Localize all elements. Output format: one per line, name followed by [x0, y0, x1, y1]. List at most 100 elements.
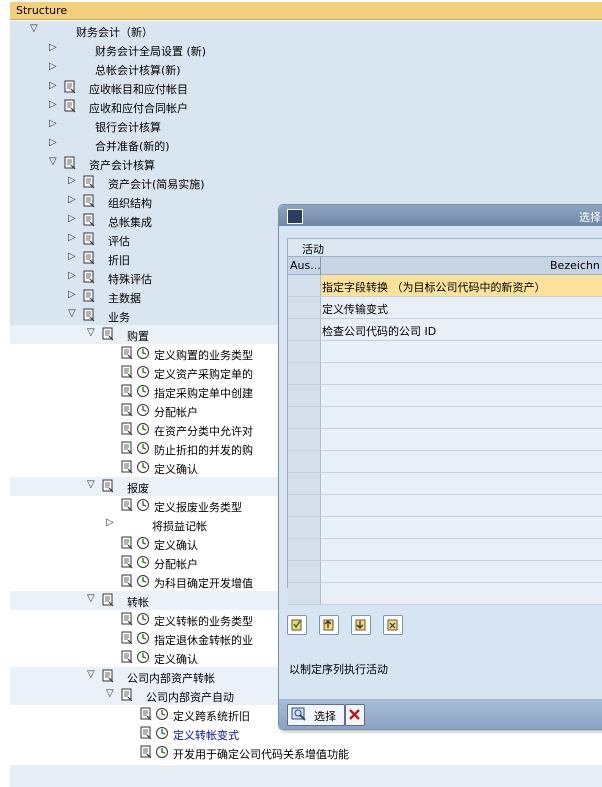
collapse-toggle-icon[interactable]: ▽	[30, 24, 40, 34]
tree-node[interactable]: 开发用于确定公司代码关系增值功能	[10, 743, 602, 762]
tree-node-label[interactable]: 合并准备(新的)	[95, 138, 170, 154]
tree-node-label[interactable]: 为科目确定开发增值	[154, 575, 253, 591]
execute-clock-icon[interactable]	[136, 612, 150, 626]
execute-clock-icon[interactable]	[136, 536, 150, 550]
row-select-cell[interactable]	[288, 319, 321, 340]
document-icon[interactable]	[63, 99, 77, 113]
document-icon[interactable]	[120, 536, 134, 550]
tree-node[interactable]: ▷ 资产会计(简易实施)	[10, 173, 602, 192]
expand-toggle-icon[interactable]: ▷	[68, 290, 78, 300]
document-icon[interactable]	[82, 289, 96, 303]
tree-node-label[interactable]: 组织结构	[108, 195, 152, 211]
document-icon[interactable]	[120, 403, 134, 417]
execute-clock-icon[interactable]	[136, 422, 150, 436]
collapse-toggle-icon[interactable]: ▽	[87, 480, 97, 490]
row-select-cell[interactable]	[288, 341, 321, 362]
tree-node[interactable]: ▷ 总帐会计核算(新)	[10, 59, 602, 78]
row-select-cell[interactable]	[288, 473, 321, 494]
execute-clock-icon[interactable]	[136, 384, 150, 398]
document-icon[interactable]	[120, 574, 134, 588]
tree-node-label[interactable]: 应收帐目和应付帐目	[89, 81, 188, 97]
expand-toggle-icon[interactable]: ▷	[49, 100, 59, 110]
activity-row[interactable]	[288, 451, 602, 473]
collapse-toggle-icon[interactable]: ▽	[68, 309, 78, 319]
row-select-cell[interactable]	[288, 407, 321, 428]
tree-node-label[interactable]: 定义确认	[154, 461, 198, 477]
expand-toggle-icon[interactable]: ▷	[49, 62, 59, 72]
select-button[interactable]: 选择	[287, 704, 345, 726]
expand-toggle-icon[interactable]: ▷	[68, 195, 78, 205]
activity-row[interactable]: 指定字段转换 （为目标公司代码中的新资产）	[288, 275, 602, 297]
expand-toggle-icon[interactable]: ▷	[49, 81, 59, 91]
document-icon[interactable]	[120, 346, 134, 360]
tree-node-label[interactable]: 折旧	[108, 252, 130, 268]
document-icon[interactable]	[63, 80, 77, 94]
document-icon[interactable]	[82, 213, 96, 227]
row-select-cell[interactable]	[288, 451, 321, 472]
document-icon[interactable]	[120, 650, 134, 664]
tree-node-label[interactable]: 定义购置的业务类型	[154, 347, 253, 363]
document-icon[interactable]	[82, 251, 96, 265]
activity-row[interactable]	[288, 561, 602, 583]
document-icon[interactable]	[82, 175, 96, 189]
execute-clock-icon[interactable]	[136, 460, 150, 474]
tree-node-label[interactable]: 定义转帐的业务类型	[154, 613, 253, 629]
activity-row[interactable]	[288, 341, 602, 363]
tree-node-label[interactable]: 指定采购定单中创建	[154, 385, 253, 401]
tree-node-label[interactable]: 资产会计核算	[89, 157, 155, 173]
tree-node-label[interactable]: 资产会计(简易实施)	[108, 176, 205, 192]
row-select-cell[interactable]	[288, 297, 321, 318]
activity-row[interactable]	[288, 539, 602, 561]
move-up-icon[interactable]	[319, 615, 339, 635]
tree-node-label[interactable]: 在资产分类中允许对	[154, 423, 253, 439]
execute-clock-icon[interactable]	[136, 346, 150, 360]
select-all-icon[interactable]	[287, 615, 307, 635]
expand-toggle-icon[interactable]: ▷	[49, 43, 59, 53]
tree-node-label[interactable]: 分配帐户	[154, 556, 198, 572]
activity-row[interactable]	[288, 473, 602, 495]
tree-node[interactable]: ▷ 财务会计全局设置 (新)	[10, 40, 602, 59]
expand-toggle-icon[interactable]: ▷	[106, 518, 116, 528]
document-icon[interactable]	[139, 707, 153, 721]
tree-node-label[interactable]: 报废	[127, 480, 149, 496]
execute-clock-icon[interactable]	[155, 745, 169, 759]
activity-row[interactable]	[288, 517, 602, 539]
document-icon[interactable]	[120, 460, 134, 474]
execute-clock-icon[interactable]	[136, 574, 150, 588]
document-icon[interactable]	[120, 612, 134, 626]
tree-node[interactable]: ▷ 应收和应付合同帐户	[10, 97, 602, 116]
row-select-cell[interactable]	[288, 561, 321, 582]
tree-node-label[interactable]: 主数据	[108, 290, 141, 306]
tree-node-label[interactable]: 业务	[108, 309, 130, 325]
tree-node-label[interactable]: 应收和应付合同帐户	[89, 100, 188, 116]
tree-node-label[interactable]: 评估	[108, 233, 130, 249]
expand-toggle-icon[interactable]: ▷	[68, 271, 78, 281]
document-icon[interactable]	[120, 384, 134, 398]
expand-toggle-icon[interactable]: ▷	[68, 233, 78, 243]
row-select-cell[interactable]	[288, 583, 321, 604]
tree-node-label[interactable]: 总帐集成	[108, 214, 152, 230]
tree-node-label[interactable]: 防止折扣的并发的购	[154, 442, 253, 458]
column-header-description[interactable]: Bezeichn	[550, 259, 600, 272]
tree-node-label[interactable]: 分配帐户	[154, 404, 198, 420]
tree-node-label[interactable]: 银行会计核算	[95, 119, 161, 135]
row-select-cell[interactable]	[288, 275, 321, 296]
collapse-toggle-icon[interactable]: ▽	[87, 328, 97, 338]
execute-clock-icon[interactable]	[136, 631, 150, 645]
expand-toggle-icon[interactable]: ▷	[68, 176, 78, 186]
execute-clock-icon[interactable]	[136, 365, 150, 379]
tree-node[interactable]: ▷ 银行会计核算	[10, 116, 602, 135]
tree-node[interactable]: ▽ 财务会计（新）	[10, 21, 602, 40]
tree-node-label[interactable]: 定义资产采购定单的	[154, 366, 253, 382]
activity-row[interactable]	[288, 429, 602, 451]
expand-toggle-icon[interactable]: ▷	[68, 252, 78, 262]
execute-clock-icon[interactable]	[155, 726, 169, 740]
tree-node-label[interactable]: 购置	[127, 328, 149, 344]
document-icon[interactable]	[139, 726, 153, 740]
collapse-toggle-icon[interactable]: ▽	[87, 594, 97, 604]
document-icon[interactable]	[101, 669, 115, 683]
tree-node-label[interactable]: 公司内部资产自动	[146, 689, 234, 705]
document-icon[interactable]	[120, 441, 134, 455]
document-icon[interactable]	[82, 232, 96, 246]
document-icon[interactable]	[120, 422, 134, 436]
